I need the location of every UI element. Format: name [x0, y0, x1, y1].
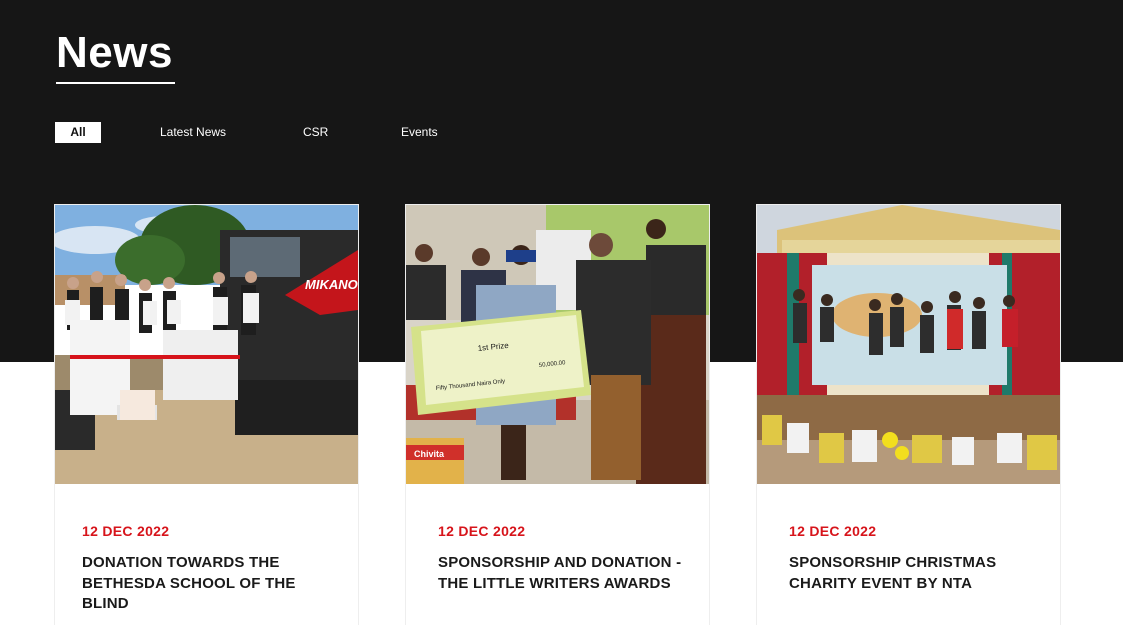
news-image-award[interactable]: 1st Prize 50,000.00 Fifty Thousand Naira… — [406, 205, 709, 484]
tab-events[interactable]: Events — [401, 122, 438, 143]
tab-all[interactable]: All — [55, 122, 101, 143]
page-title: News — [56, 28, 173, 77]
news-card-bethesda[interactable]: MIKANO 12 DEC 2022 DONATION TOWARDS THE … — [55, 205, 358, 625]
news-date: 12 DEC 2022 — [789, 523, 877, 539]
juice-box-text: Chivita — [414, 449, 445, 459]
news-image-donation[interactable]: MIKANO — [55, 205, 358, 484]
tab-latest-news[interactable]: Latest News — [160, 122, 226, 143]
news-title[interactable]: SPONSORSHIP CHRISTMAS CHARITY EVENT BY N… — [789, 553, 1044, 594]
news-date: 12 DEC 2022 — [82, 523, 170, 539]
news-title[interactable]: SPONSORSHIP AND DONATION - THE LITTLE WR… — [438, 553, 693, 594]
news-card-nta-christmas[interactable]: 12 DEC 2022 SPONSORSHIP CHRISTMAS CHARIT… — [757, 205, 1060, 625]
news-image-christmas[interactable] — [757, 205, 1060, 484]
news-date: 12 DEC 2022 — [438, 523, 526, 539]
tab-csr[interactable]: CSR — [303, 122, 328, 143]
news-title[interactable]: DONATION TOWARDS THE BETHESDA SCHOOL OF … — [82, 553, 337, 615]
title-underline — [56, 82, 175, 84]
news-card-little-writers[interactable]: 1st Prize 50,000.00 Fifty Thousand Naira… — [406, 205, 709, 625]
banner-brand-text: MIKANO — [305, 277, 358, 292]
